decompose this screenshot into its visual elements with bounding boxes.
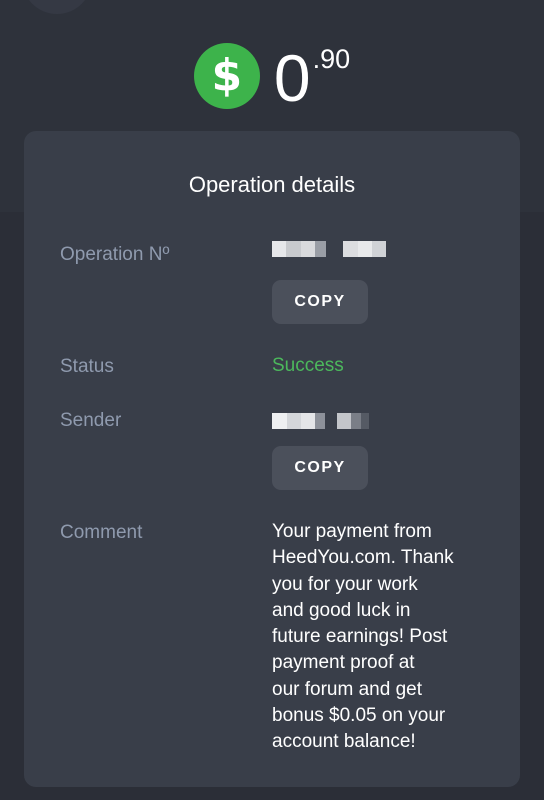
comment-line: HeedYou.com. Thank <box>272 547 454 569</box>
operation-number-label: Operation Nº <box>60 244 170 265</box>
status-label: Status <box>60 356 114 377</box>
comment-line: you for your work <box>272 573 418 595</box>
sender-label: Sender <box>60 410 122 431</box>
comment-line: our forum and get <box>272 678 422 700</box>
copy-sender-button[interactable]: COPY <box>272 446 368 490</box>
copy-operation-number-button[interactable]: COPY <box>272 280 368 324</box>
operation-number-value-redacted <box>272 241 386 257</box>
amount-integer: 0 <box>273 41 311 115</box>
comment-line: Your payment from <box>272 521 432 542</box>
comment-label: Comment <box>60 522 143 543</box>
operation-details-card: Operation details Operation Nº COPY Stat… <box>24 131 520 787</box>
comment-line: account balance! <box>272 731 416 753</box>
comment-line: future earnings! Post <box>272 626 448 648</box>
card-title: Operation details <box>188 172 356 197</box>
comment-line: payment proof at <box>272 652 415 674</box>
currency-symbol: $ <box>211 50 243 101</box>
comment-line: bonus $0.05 on your <box>272 705 446 727</box>
sender-value-redacted <box>272 413 369 429</box>
dollar-coin-icon: $ <box>193 43 260 109</box>
comment-line: and good luck in <box>272 599 411 621</box>
status-value: Success <box>272 355 344 376</box>
amount-fraction: .90 <box>312 44 351 74</box>
amount-display: $ 0 .90 <box>0 40 544 120</box>
comment-text: Your payment from HeedYou.com. Thank you… <box>272 519 492 756</box>
